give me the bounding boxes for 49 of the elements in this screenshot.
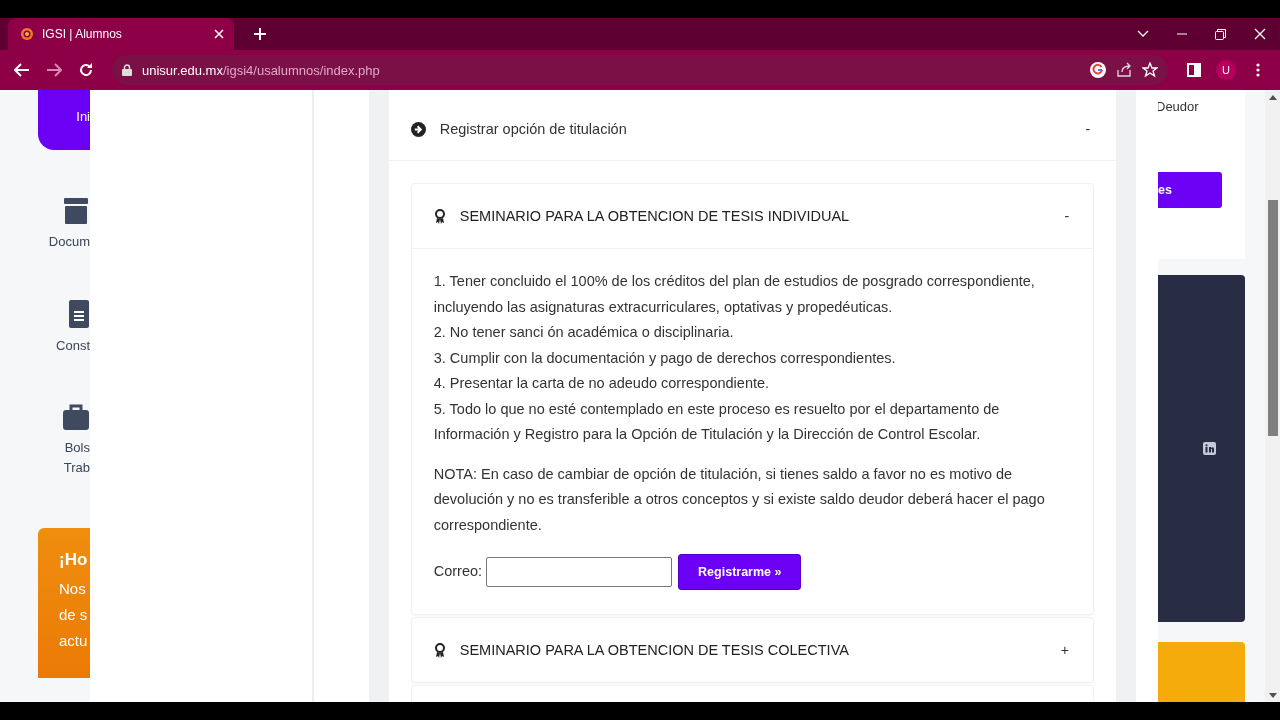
archive-icon	[62, 198, 90, 224]
register-button[interactable]: Registrarme »	[678, 554, 802, 590]
browser-tab[interactable]: IGSI | Alumnos	[8, 18, 234, 50]
award-icon	[433, 208, 446, 224]
lock-icon	[122, 64, 132, 76]
close-window-icon[interactable]	[1254, 28, 1266, 40]
requirement-text: 4. Presentar la carta de no adeudo correspondiente.	[433, 374, 771, 393]
requirement-text: 3. Cumplir con la documentación y pago de derechos correspondientes.	[433, 348, 897, 368]
action-button[interactable]: es	[1158, 172, 1222, 208]
nav-label[interactable]: Const	[56, 336, 90, 356]
briefcase-icon	[62, 404, 90, 430]
promo-text: actu	[59, 631, 89, 651]
accordion-header[interactable]: SEMINARIO PARA LA OBTENCION DE TESIS INDIVIDUAL -	[411, 184, 1094, 248]
requirement-text: 1. Tener concluido el 100% de los créditos del plan de estudios de posgrado correspondiente, incluyendo las asignaturas extracurriculares, optativas y propedéuticas.	[433, 272, 1036, 317]
field-label: Correo:	[433, 562, 483, 582]
nav-label[interactable]: Trab	[63, 458, 90, 478]
note-text: NOTA: En caso de cambiar de opción de titulación, si tienes saldo a favor no es motivo de devolución y no es transferible a otros conceptos y si existe saldo deudor deberá hacer el pago correspondiente.	[433, 464, 1046, 535]
star-icon[interactable]	[1142, 62, 1158, 78]
profile-avatar[interactable]: U	[1216, 60, 1236, 80]
restore-icon[interactable]	[1215, 28, 1226, 40]
award-icon	[433, 642, 446, 658]
nav-label[interactable]: Bols	[64, 438, 90, 458]
close-icon[interactable]	[214, 29, 224, 39]
reload-icon[interactable]	[78, 62, 94, 78]
section-title: Registrar opción de titulación	[439, 121, 628, 137]
nav-label[interactable]: Docum	[48, 232, 90, 252]
back-icon[interactable]	[14, 63, 30, 77]
scrollbar-thumb[interactable]	[1267, 200, 1278, 436]
linkedin-icon[interactable]	[1203, 442, 1216, 456]
address-bar[interactable]: unisur.edu.mx/igsi4/usalumnos/index.php	[112, 55, 1168, 85]
chevron-down-icon[interactable]	[1137, 30, 1149, 38]
scroll-up-icon[interactable]	[1268, 94, 1277, 100]
requirement-text: 2. No tener sanci ón académica o disciplinaria.	[433, 323, 735, 342]
promo-title: ¡Ho	[59, 550, 89, 570]
collapse-toggle[interactable]: -	[1081, 121, 1095, 137]
more-icon[interactable]	[1256, 63, 1260, 77]
promo-text: Nos	[59, 579, 87, 599]
forward-icon[interactable]	[46, 63, 62, 77]
scroll-down-icon[interactable]	[1268, 692, 1277, 698]
accordion-header[interactable]: SEMINARIO PARA LA OBTENCION DE TESIS COLECTIVA +	[411, 618, 1094, 682]
requirement-text: 5. Todo lo que no esté contemplado en este proceso es resuelto por el departamento de Información y Registro para la Opción de Titulación y la Dirección de Control Escolar.	[433, 399, 1001, 444]
arrow-circle-icon	[410, 121, 426, 137]
nav-item[interactable]: Ini	[38, 90, 90, 150]
promo-text: de s	[59, 605, 89, 625]
google-icon[interactable]	[1090, 62, 1106, 78]
side-panel-icon[interactable]	[1187, 63, 1201, 77]
email-field[interactable]	[486, 557, 673, 587]
site-logo-icon	[20, 27, 34, 41]
share-icon[interactable]	[1116, 62, 1132, 78]
